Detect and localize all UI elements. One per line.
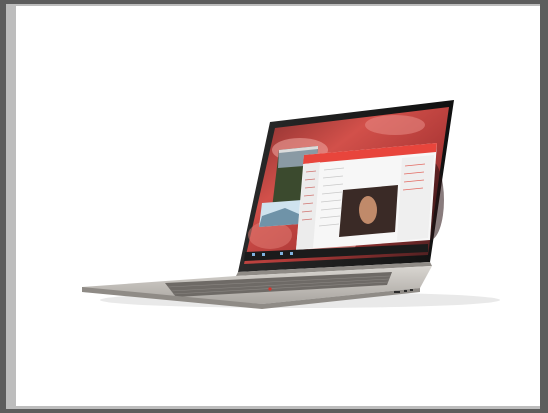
power-port-icon <box>404 290 407 292</box>
trackpoint-icon <box>268 287 272 291</box>
usb-port-2-icon <box>410 289 413 291</box>
usb-port-icon <box>394 291 400 293</box>
photo-person <box>359 196 377 224</box>
app-right-panel <box>397 155 434 241</box>
laptop-illustration <box>82 100 500 309</box>
image-frame <box>0 0 548 413</box>
product-photo <box>16 6 540 406</box>
